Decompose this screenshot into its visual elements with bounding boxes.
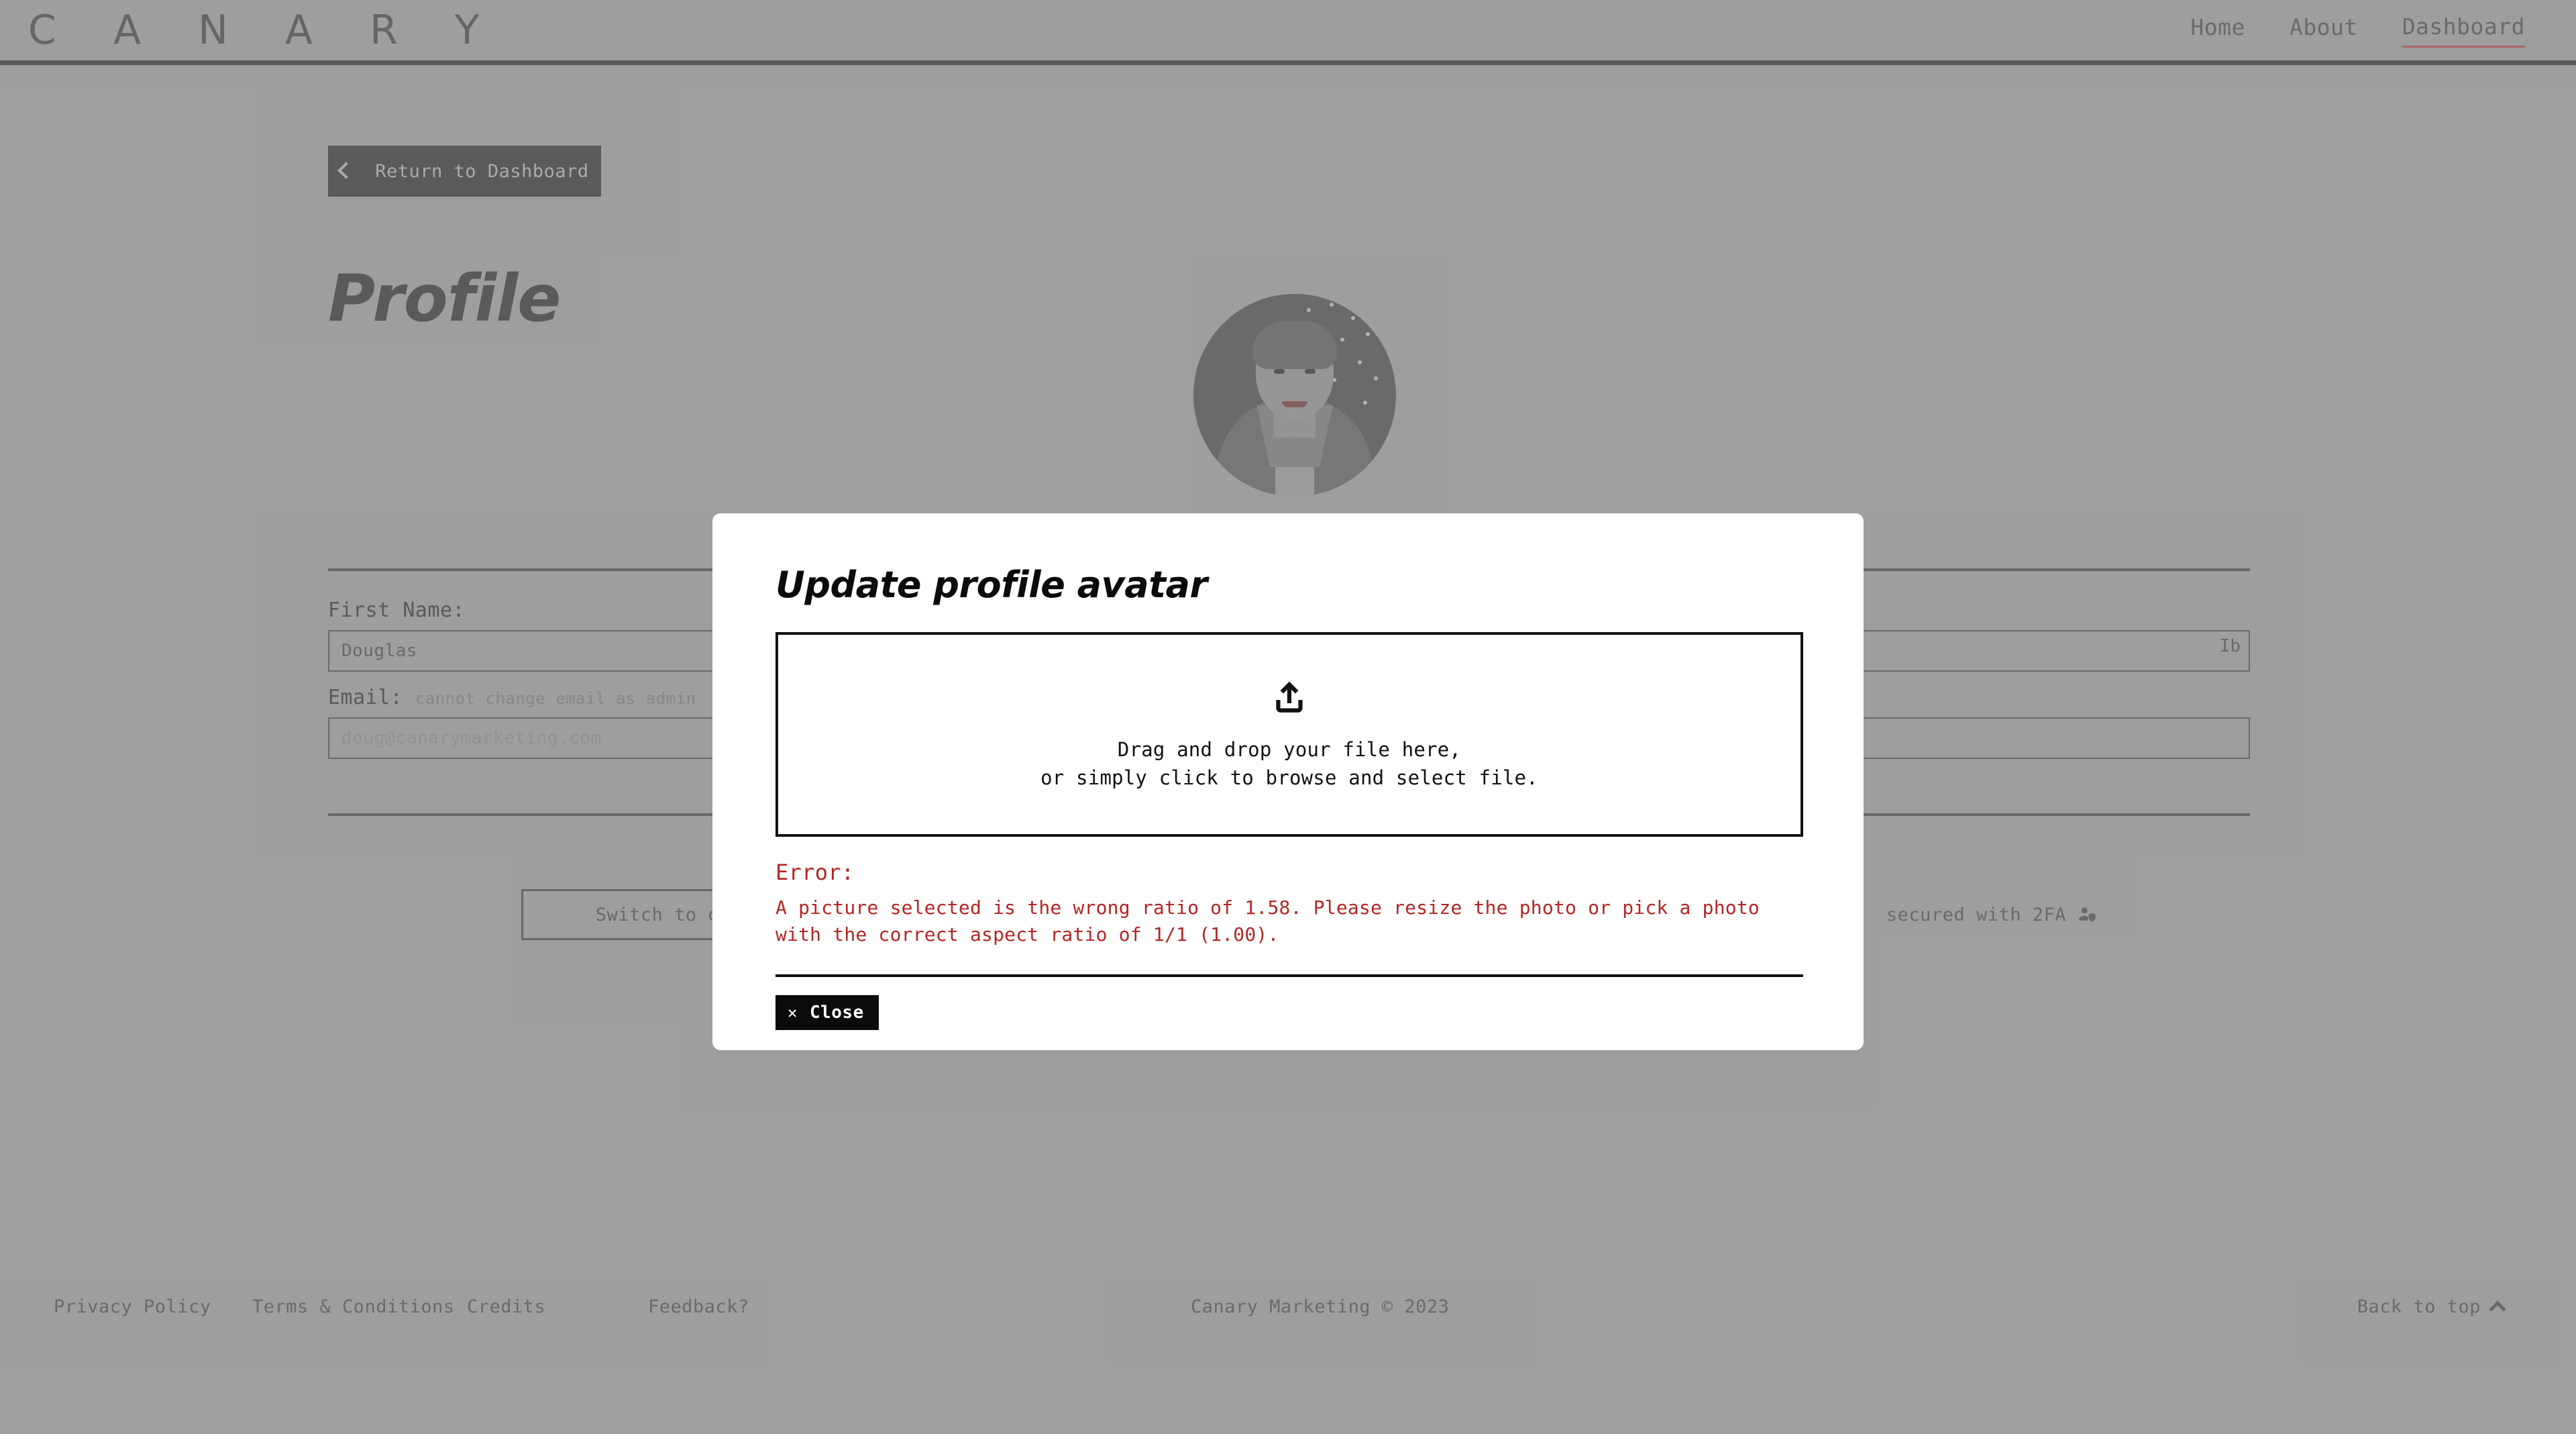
upload-icon <box>1276 682 1303 713</box>
close-x-icon: ✕ <box>788 1003 798 1022</box>
error-message-block: Error: A picture selected is the wrong r… <box>775 860 1809 948</box>
modal-title: Update profile avatar <box>775 564 1208 606</box>
error-heading: Error: <box>775 860 855 885</box>
close-button[interactable]: ✕ Close <box>775 995 879 1030</box>
update-avatar-modal: Update profile avatar Drag and drop your… <box>712 513 1864 1050</box>
dropzone-text: Drag and drop your file here, or simply … <box>1040 736 1538 791</box>
file-dropzone[interactable]: Drag and drop your file here, or simply … <box>775 632 1803 837</box>
modal-divider <box>775 974 1803 977</box>
error-body: A picture selected is the wrong ratio of… <box>775 897 1760 945</box>
dropzone-line-2: or simply click to browse and select fil… <box>1040 766 1538 789</box>
dropzone-line-1: Drag and drop your file here, <box>1117 738 1462 762</box>
close-button-label: Close <box>809 1003 864 1023</box>
